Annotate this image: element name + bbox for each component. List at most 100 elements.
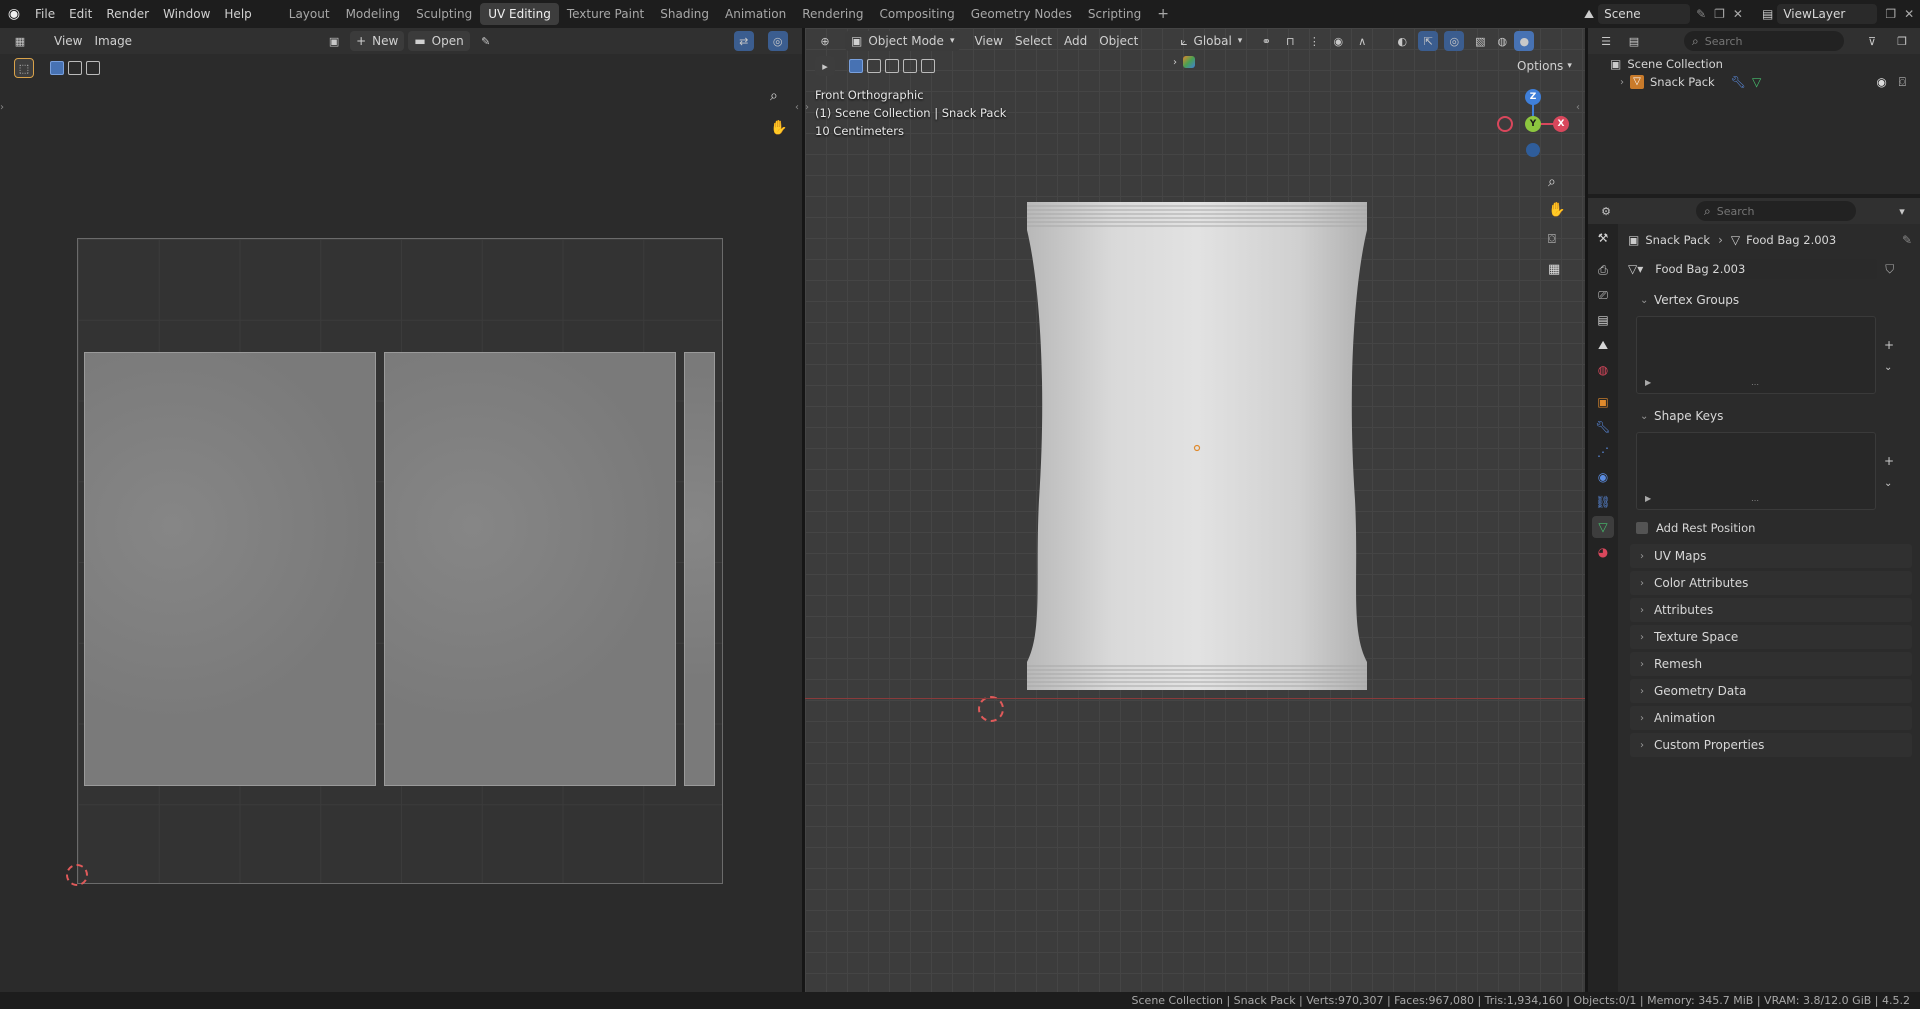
- panel-color-attributes[interactable]: › Color Attributes: [1630, 571, 1912, 595]
- scene-tab-icon[interactable]: ⛰: [1592, 334, 1614, 356]
- panel-geometry-data[interactable]: › Geometry Data: [1630, 679, 1912, 703]
- new-image-button[interactable]: + New: [350, 31, 405, 51]
- new-viewlayer-icon[interactable]: ❐: [1885, 7, 1896, 21]
- select-tool-icon[interactable]: ⬚: [14, 58, 34, 78]
- select-invert-icon[interactable]: [903, 59, 917, 73]
- snap-target-icon[interactable]: ⋮: [1304, 31, 1324, 51]
- vp-menu-select[interactable]: Select: [1009, 31, 1058, 51]
- uv-island[interactable]: [84, 352, 376, 786]
- object-data-toggle[interactable]: ›: [1173, 56, 1195, 68]
- scene-selector[interactable]: ⛰ Scene ✎ ❐ ✕: [1584, 4, 1743, 24]
- viewlayer-selector[interactable]: ▤ ViewLayer ❐ ✕: [1762, 4, 1914, 24]
- select-new-icon[interactable]: [50, 61, 64, 75]
- zoom-icon[interactable]: ⌕: [1548, 174, 1556, 190]
- select-extend-icon[interactable]: [867, 59, 881, 73]
- tab-compositing[interactable]: Compositing: [871, 3, 962, 25]
- panel-attributes[interactable]: › Attributes: [1630, 598, 1912, 622]
- toolbar-expand-icon[interactable]: ›: [805, 102, 809, 113]
- editor-type-icon[interactable]: ⚙: [1596, 201, 1616, 221]
- mesh-name-field[interactable]: Food Bag 2.003: [1649, 259, 1878, 279]
- delete-viewlayer-icon[interactable]: ✕: [1904, 7, 1914, 21]
- tab-shading[interactable]: Shading: [652, 3, 717, 25]
- panel-uv-maps[interactable]: › UV Maps: [1630, 544, 1912, 568]
- 2d-cursor-icon[interactable]: [66, 864, 88, 886]
- sidebar-expand-icon[interactable]: ‹: [795, 102, 799, 113]
- add-workspace-button[interactable]: +: [1149, 3, 1177, 25]
- menu-window[interactable]: Window: [156, 0, 217, 28]
- material-tab-icon[interactable]: ◕: [1592, 541, 1614, 563]
- overlays-icon[interactable]: ◎: [1444, 31, 1465, 51]
- specials-menu-icon[interactable]: ⌄: [1884, 362, 1894, 373]
- view-layer-tab-icon[interactable]: ▤: [1592, 309, 1614, 331]
- select-new-icon[interactable]: [849, 59, 863, 73]
- menu-edit[interactable]: Edit: [62, 0, 99, 28]
- sidebar-expand-icon[interactable]: ‹: [1576, 102, 1580, 113]
- navigation-gizmo[interactable]: Z Y X: [1495, 86, 1571, 162]
- snack-pack-object[interactable]: [1025, 200, 1370, 692]
- mode-selector[interactable]: ▣ Object Mode ▾: [845, 31, 961, 51]
- mesh-browse-icon[interactable]: ▽▾: [1628, 262, 1643, 276]
- gizmo-toggle-icon[interactable]: ⇱: [1418, 31, 1439, 51]
- pan-hand-icon[interactable]: ✋: [1548, 202, 1565, 218]
- editor-type-icon[interactable]: ☰: [1596, 31, 1616, 51]
- uv-grid[interactable]: [77, 238, 723, 884]
- rest-position-checkbox[interactable]: [1636, 522, 1648, 534]
- world-tab-icon[interactable]: ◍: [1592, 359, 1614, 381]
- delete-scene-icon[interactable]: ✕: [1733, 7, 1743, 21]
- resize-handle-icon[interactable]: ⋯: [1751, 496, 1759, 505]
- tab-scripting[interactable]: Scripting: [1080, 3, 1149, 25]
- tab-layout[interactable]: Layout: [281, 3, 338, 25]
- vp-menu-view[interactable]: View: [968, 31, 1008, 51]
- outliner-item-snack-pack[interactable]: › ▽ Snack Pack 🔧︎ ▽ ◉ ⌼: [1620, 72, 1920, 92]
- tab-modeling[interactable]: Modeling: [338, 3, 409, 25]
- chevron-down-icon[interactable]: ▾: [1892, 201, 1912, 221]
- shape-keys-list[interactable]: ▶ ⋯: [1636, 432, 1876, 510]
- pivot-icon[interactable]: ⚭: [1256, 31, 1276, 51]
- properties-search-input[interactable]: [1716, 204, 1837, 218]
- panel-texture-space[interactable]: › Texture Space: [1630, 625, 1912, 649]
- output-tab-icon[interactable]: ⎚: [1592, 284, 1614, 306]
- vp-menu-add[interactable]: Add: [1058, 31, 1093, 51]
- pin-image-icon[interactable]: ✎: [476, 31, 496, 51]
- menu-file[interactable]: File: [28, 0, 62, 28]
- uv-editor-area[interactable]: ▦ View Image ▣ + New ▬ Open ✎ ⇄ ◎ ⬚ ⌕ ✋ …: [0, 28, 802, 992]
- select-subtract-icon[interactable]: [86, 61, 100, 75]
- proportional-edit-icon[interactable]: ◉: [1328, 31, 1348, 51]
- uv-sync-icon[interactable]: ⇄: [733, 31, 754, 51]
- select-extend-icon[interactable]: [68, 61, 82, 75]
- object-tab-icon[interactable]: ▣: [1592, 391, 1614, 413]
- add-shape-key-icon[interactable]: +: [1884, 454, 1894, 468]
- pin-icon[interactable]: ✎: [1696, 7, 1706, 21]
- render-tab-icon[interactable]: ⎙: [1592, 259, 1614, 281]
- outliner-search-input[interactable]: [1704, 34, 1825, 48]
- scene-name-field[interactable]: Scene: [1598, 4, 1691, 24]
- grid-icon[interactable]: ▦: [1548, 262, 1560, 277]
- editor-type-icon[interactable]: ▦: [10, 31, 30, 51]
- editor-type-icon[interactable]: ⊕: [815, 31, 835, 51]
- visibility-icon[interactable]: ◐: [1392, 31, 1412, 51]
- open-image-button[interactable]: ▬ Open: [408, 31, 470, 51]
- tab-rendering[interactable]: Rendering: [794, 3, 871, 25]
- image-browse-icon[interactable]: ▣: [324, 31, 344, 51]
- x-axis-handle[interactable]: X: [1553, 116, 1569, 132]
- snap-icon[interactable]: ⊓: [1280, 31, 1300, 51]
- zoom-icon[interactable]: ⌕: [770, 88, 778, 104]
- constraints-tab-icon[interactable]: ⛓: [1592, 491, 1614, 513]
- tab-texture-paint[interactable]: Texture Paint: [559, 3, 652, 25]
- mesh-data-tab-icon[interactable]: ▽: [1592, 516, 1614, 538]
- blender-logo-icon[interactable]: ◉: [0, 6, 28, 22]
- y-axis-handle[interactable]: Y: [1525, 116, 1541, 132]
- uv-island[interactable]: [384, 352, 676, 786]
- resize-handle-icon[interactable]: ⋯: [1751, 380, 1759, 389]
- camera-icon[interactable]: ⌼: [1548, 232, 1556, 247]
- select-intersect-icon[interactable]: [921, 59, 935, 73]
- uv-menu-view[interactable]: View: [48, 31, 88, 51]
- wireframe-shading-icon[interactable]: ◍: [1492, 31, 1512, 51]
- shape-keys-panel[interactable]: ⌄ Shape Keys: [1630, 404, 1912, 428]
- panel-animation[interactable]: › Animation: [1630, 706, 1912, 730]
- new-scene-icon[interactable]: ❐: [1714, 7, 1725, 21]
- toolbar-expand-icon[interactable]: ›: [0, 102, 4, 113]
- pan-hand-icon[interactable]: ✋: [770, 120, 787, 136]
- xray-icon[interactable]: ▧: [1470, 31, 1490, 51]
- select-subtract-icon[interactable]: [885, 59, 899, 73]
